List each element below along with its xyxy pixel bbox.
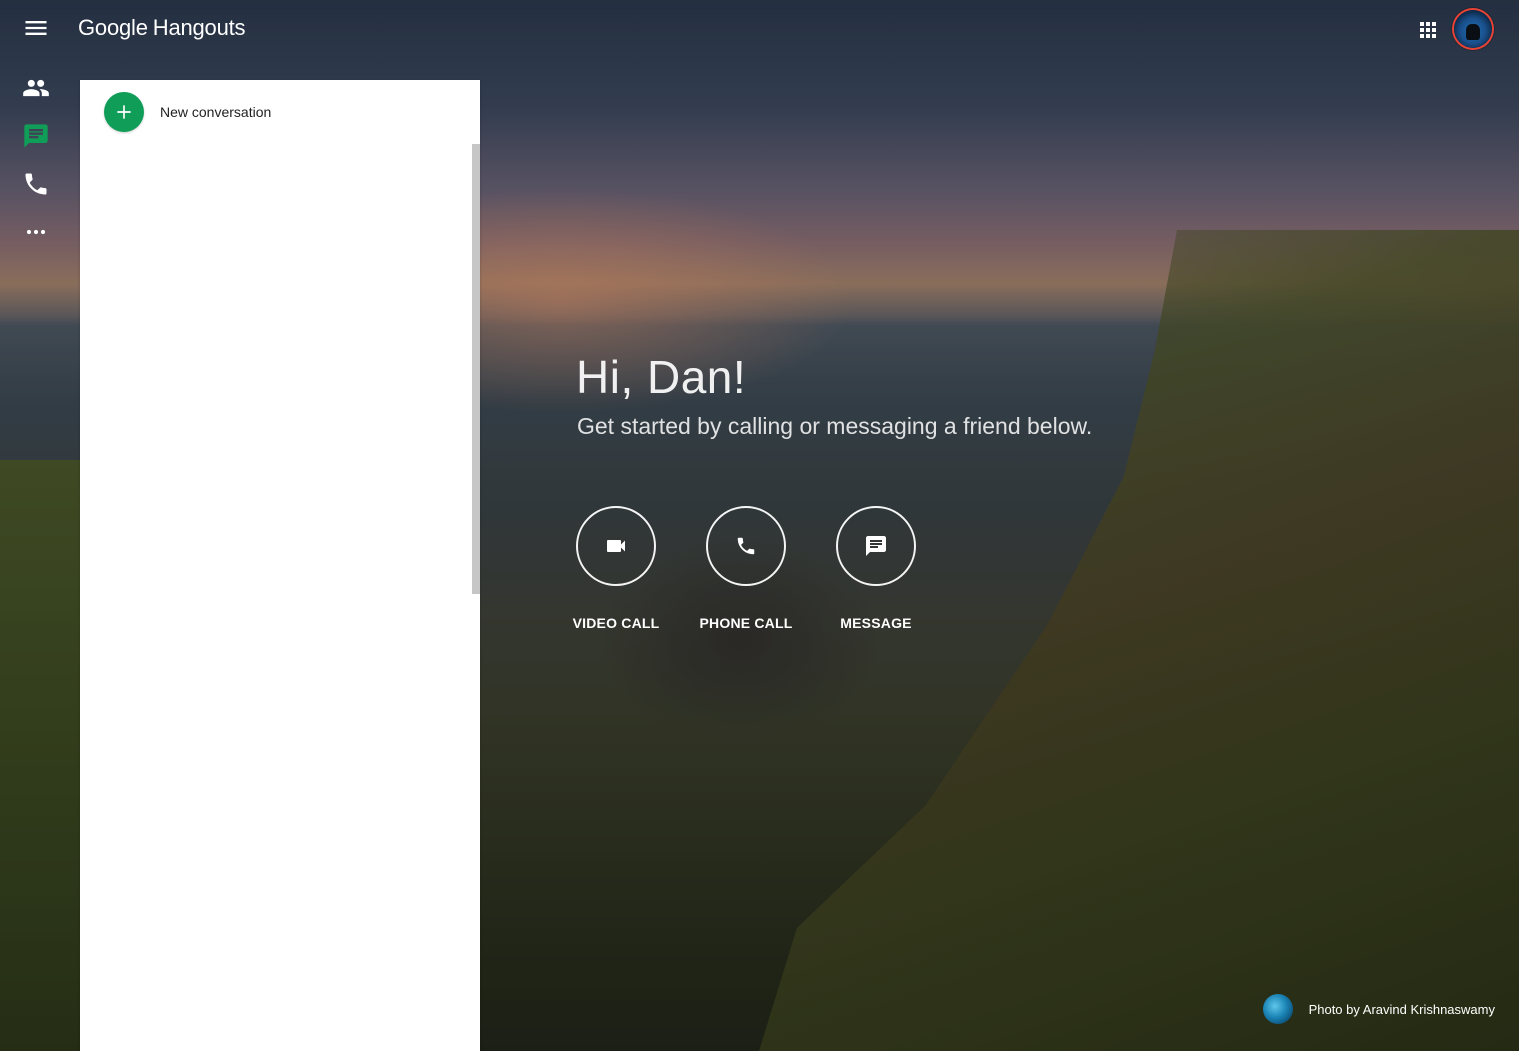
message-icon	[866, 536, 886, 556]
google-apps-button[interactable]	[1416, 18, 1440, 42]
chat-icon	[24, 124, 48, 148]
apps-grid-icon	[1420, 22, 1436, 38]
rail-contacts-button[interactable]	[22, 74, 50, 102]
conversation-list-panel: New conversation	[80, 80, 480, 1051]
account-avatar[interactable]	[1454, 10, 1492, 48]
videocam-icon	[607, 540, 625, 552]
video-call-button[interactable]: VIDEO CALL	[546, 506, 686, 631]
add-circle	[104, 92, 144, 132]
photographer-avatar	[1262, 994, 1293, 1024]
greeting-title: Hi, Dan!	[576, 351, 747, 403]
hangouts-app: Google Hangouts New conversation Hi, Dan…	[0, 0, 1519, 1051]
greeting-subtitle: Get started by calling or messaging a fr…	[577, 413, 1093, 439]
plus-icon	[117, 105, 131, 119]
message-button[interactable]: MESSAGE	[806, 506, 946, 631]
rail-phone-button[interactable]	[22, 170, 50, 198]
hamburger-menu-icon	[25, 21, 47, 35]
phone-icon	[737, 537, 755, 555]
new-conversation-button[interactable]: New conversation	[104, 92, 271, 132]
rail-more-button[interactable]	[22, 218, 50, 246]
new-conversation-label: New conversation	[160, 104, 272, 120]
brand-product: Hangouts	[152, 15, 246, 40]
video-call-label: VIDEO CALL	[572, 615, 660, 631]
photo-credit-text: Photo by Aravind Krishnaswamy	[1308, 1001, 1495, 1017]
brand-google: Google	[78, 15, 148, 40]
conversation-list-scrollbar[interactable]	[472, 144, 480, 594]
phone-call-label: PHONE CALL	[699, 615, 793, 631]
people-icon	[23, 79, 49, 97]
phone-icon	[25, 173, 47, 195]
message-label: MESSAGE	[840, 615, 912, 631]
main-menu-button[interactable]	[22, 14, 50, 42]
photo-credit[interactable]: Photo by Aravind Krishnaswamy	[1262, 994, 1495, 1024]
app-logo[interactable]: Google Hangouts	[78, 15, 246, 41]
phone-call-ring	[706, 506, 786, 586]
rail-conversations-button[interactable]	[22, 122, 50, 150]
video-call-ring	[576, 506, 656, 586]
phone-call-button[interactable]: PHONE CALL	[676, 506, 816, 631]
message-ring	[836, 506, 916, 586]
more-horiz-icon	[26, 229, 46, 235]
